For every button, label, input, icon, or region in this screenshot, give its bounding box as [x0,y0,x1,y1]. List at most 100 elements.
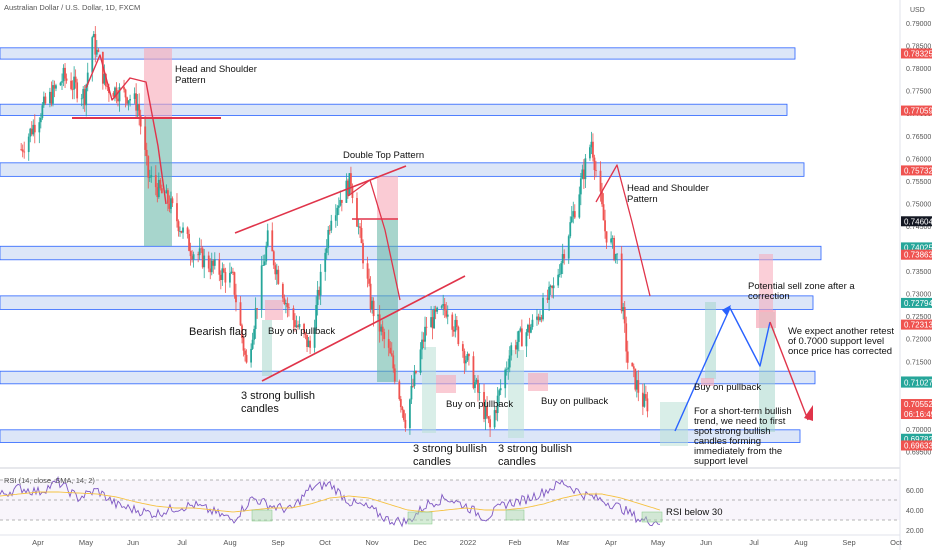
candle-body [222,268,225,273]
sr-zone [0,162,805,177]
candle-body [436,307,439,312]
annotation-bearish-flag: Bearish flag [189,326,247,338]
annotation-3-bullish-1-line2: candles [241,403,279,415]
candle-body [548,286,550,300]
candle-body [360,227,363,244]
candle-body [309,340,311,348]
rsi-tick-label: 40.00 [906,508,924,515]
candle-body [610,238,612,243]
price-tag-label: 0.73863 [904,251,932,260]
candle-body [593,157,596,171]
candle-body [362,243,364,264]
price-tag-label: 0.72794 [904,299,932,308]
candle-body [218,259,221,275]
candle-body [599,170,602,192]
candle-body [602,204,605,221]
candle-body [542,297,544,320]
candle-body [510,345,513,356]
rsi-oversold-highlight [505,509,525,521]
time-tick-label: Sep [271,538,284,547]
time-tick-label: Feb [509,538,522,547]
candle-body [239,302,242,326]
candle-body [334,215,337,221]
candle-body [233,272,236,295]
candle-body [398,381,401,400]
candle-body [144,126,147,150]
price-tick-label: 0.70000 [906,427,931,434]
candle-body [41,105,44,118]
candle-body [245,354,248,363]
rsi-panel [0,475,900,528]
candle-body [505,369,508,371]
candle-body [557,274,560,286]
candle-body [251,339,254,349]
candle-body [474,382,476,389]
candle-body [159,179,162,189]
candle-body [203,255,206,268]
highlight-box [705,302,716,379]
candle-body [76,82,79,99]
candle-body [498,390,501,396]
candle-body [33,124,36,133]
candle-body [573,211,576,218]
candle-body [614,253,617,260]
candle-body [372,300,375,317]
candle-body [189,250,192,257]
price-tag-label: 0.70552 [904,400,932,409]
candle-body [415,370,417,373]
candle-body [138,104,141,116]
annotation-hs2-line2: Pattern [627,194,658,205]
candle-body [272,251,275,266]
candle-body [409,399,411,429]
annotation-hs2-line1: Head and Shoulder [627,183,709,194]
highlight-box [436,375,456,393]
candle-body [38,122,41,133]
candle-body [277,269,280,284]
candle-body [266,230,269,246]
candle-body [327,229,330,249]
price-tick-label: 0.79000 [906,21,931,28]
candle-body [392,355,395,369]
price-tag-label: 0.77059 [904,107,932,116]
candle-body [616,253,619,255]
candle-body [160,188,163,194]
annotation-rsi-below: RSI below 30 [666,507,723,518]
candle-body [292,308,295,321]
candle-body [74,76,77,83]
candle-body [148,177,151,178]
candle-body [154,175,157,188]
candle-body [424,326,426,342]
price-tag-label: 0.75732 [904,166,932,175]
candle-body [265,245,268,262]
time-tick-label: Aug [794,538,807,547]
candle-body [188,233,190,251]
candle-body [412,385,414,387]
candle-body [570,216,573,223]
candle-body [325,248,328,253]
time-tick-label: 2022 [460,538,477,547]
candle-body [288,307,290,309]
rsi-oversold-highlight [641,511,663,523]
price-tick-label: 0.76000 [906,156,931,163]
candle-body [520,328,523,347]
candle-body [646,398,649,412]
candle-body [393,368,396,382]
candle-body [286,303,289,308]
candle-body [644,394,647,399]
rsi-title[interactable]: RSI (14, close, SMA, 14, 2) [4,476,95,485]
candle-body [563,254,566,259]
candle-body [27,136,30,153]
candle-body [499,388,502,391]
candle-body [350,173,352,187]
candle-body [80,98,83,100]
candle-body [433,308,436,329]
candle-body [64,67,66,79]
annotation-double-top: Double Top Pattern [343,150,424,161]
candle-body [446,314,449,317]
symbol-title[interactable]: Australian Dollar / U.S. Dollar, 1D, FXC… [4,3,140,12]
candle-body [171,198,174,204]
candle-body [65,78,68,81]
candle-body [330,220,333,231]
highlight-box [660,402,688,446]
candle-body [567,236,570,259]
